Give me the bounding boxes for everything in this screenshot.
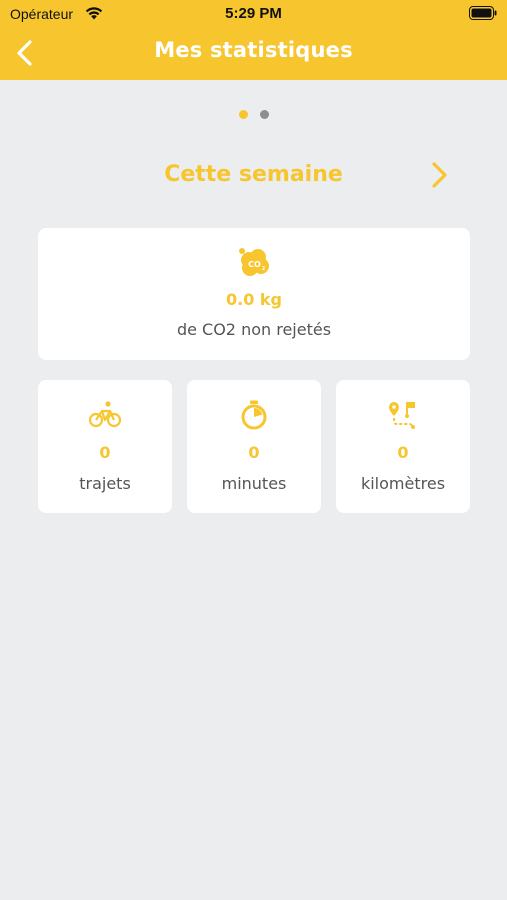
co2-label: de CO2 non rejetés [176,320,332,339]
distance-label: kilomètres [360,474,446,493]
svg-text:2: 2 [262,266,266,272]
bicycle-icon [88,400,122,432]
co2-cloud-icon: CO 2 [237,246,271,282]
trips-label: trajets [79,474,131,493]
minutes-value: 0 [248,443,260,462]
navigation-bar: Mes statistiques [0,28,507,80]
distance-card: 0 kilomètres [336,380,470,513]
header-bar: Opérateur 5:29 PM Mes statistiques [0,0,507,80]
next-period-button[interactable] [429,160,451,190]
distance-value: 0 [397,443,409,462]
chevron-right-icon [432,162,447,188]
trips-card: 0 trajets [38,380,172,513]
page-title: Mes statistiques [154,38,353,62]
period-selector: Cette semaine [0,160,507,192]
page-indicator[interactable] [0,110,507,120]
co2-value: 0.0 kg [225,290,282,309]
battery-icon [469,6,497,24]
stopwatch-icon [240,400,268,434]
minutes-label: minutes [221,474,287,493]
minutes-card: 0 minutes [187,380,321,513]
trips-value: 0 [99,443,111,462]
status-time: 5:29 PM [225,5,282,22]
svg-text:CO: CO [248,260,261,269]
co2-card: CO 2 0.0 kg de CO2 non rejetés [38,228,470,360]
route-icon [387,400,419,434]
page-dot-active[interactable] [239,110,248,119]
page-dot-inactive[interactable] [260,110,269,119]
status-bar: Opérateur 5:29 PM [0,0,507,28]
